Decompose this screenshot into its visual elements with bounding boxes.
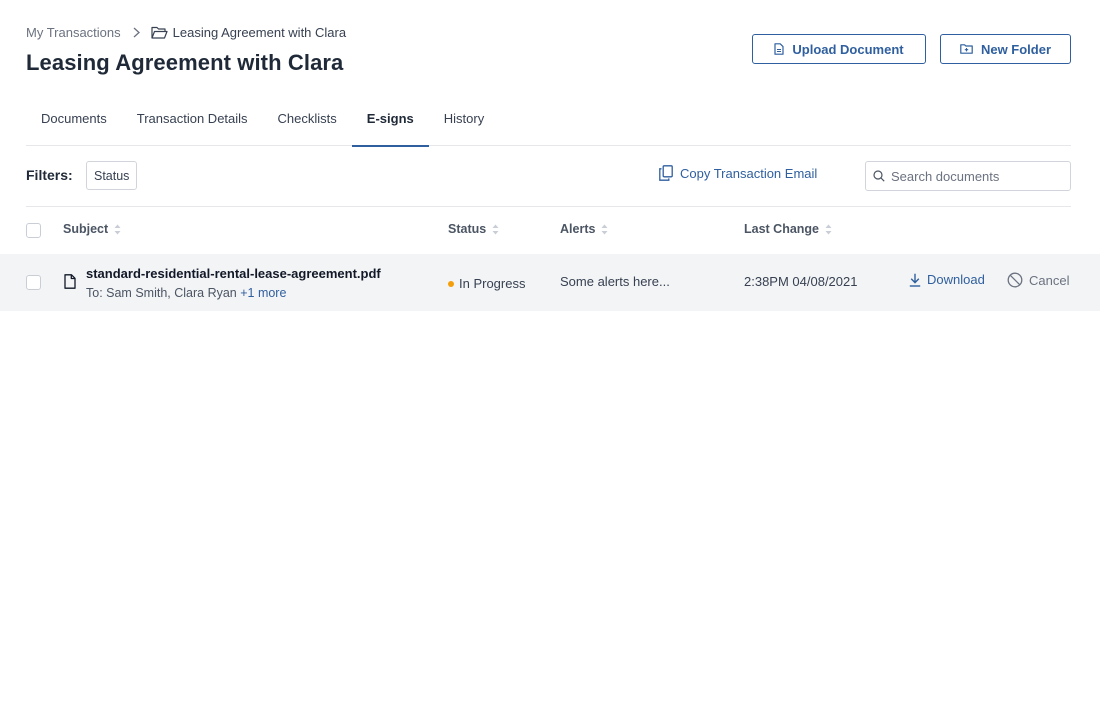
filters-label: Filters:	[26, 167, 73, 183]
search-box	[865, 161, 1071, 191]
breadcrumb-current-label: Leasing Agreement with Clara	[172, 24, 347, 40]
breadcrumb: My Transactions Leasing Agreement with C…	[26, 24, 346, 40]
upload-document-label: Upload Document	[792, 41, 904, 57]
tab-transaction-details[interactable]: Transaction Details	[122, 104, 263, 146]
tab-documents[interactable]: Documents	[26, 104, 122, 146]
tab-history[interactable]: History	[429, 104, 499, 146]
folder-open-icon	[151, 26, 173, 39]
column-header-last-change[interactable]: Last Change	[744, 222, 832, 236]
search-input[interactable]	[891, 168, 1061, 184]
more-recipients-link[interactable]: +1 more	[240, 286, 286, 300]
recipients-list: To: Sam Smith, Clara Ryan	[86, 286, 241, 300]
column-header-status-label: Status	[448, 222, 487, 236]
status-label: In Progress	[459, 276, 526, 291]
page-title: Leasing Agreement with Clara	[26, 50, 344, 75]
download-button[interactable]: Download	[909, 272, 985, 287]
status-dot	[448, 280, 454, 287]
new-folder-label: New Folder	[980, 41, 1052, 57]
download-label: Download	[927, 272, 985, 287]
breadcrumb-current: Leasing Agreement with Clara	[151, 25, 346, 40]
table-row: standard-residential-rental-lease-agreem…	[0, 254, 1100, 311]
tab-e-signs[interactable]: E-signs	[351, 104, 429, 147]
sort-icon	[601, 224, 608, 235]
row-checkbox[interactable]	[26, 275, 41, 290]
column-header-alerts[interactable]: Alerts	[560, 222, 608, 236]
column-header-alerts-label: Alerts	[560, 222, 596, 236]
breadcrumb-root-link[interactable]: My Transactions	[26, 25, 121, 40]
file-icon	[64, 274, 76, 294]
document-name[interactable]: standard-residential-rental-lease-agreem…	[86, 266, 381, 281]
chevron-right-icon	[133, 27, 140, 38]
upload-document-button[interactable]: Upload Document	[752, 34, 926, 64]
cancel-button[interactable]: Cancel	[1007, 272, 1069, 288]
status-badge: In Progress	[448, 276, 525, 291]
column-header-last-change-label: Last Change	[744, 222, 820, 236]
last-change-cell: 2:38PM 04/08/2021	[744, 274, 858, 289]
cancel-icon	[1007, 272, 1029, 288]
alerts-cell: Some alerts here...	[560, 274, 670, 289]
table-header: Subject Status Alerts Last Change	[0, 218, 1100, 242]
new-folder-button[interactable]: New Folder	[940, 34, 1071, 64]
download-icon	[909, 273, 927, 287]
copy-transaction-email-label: Copy Transaction Email	[680, 165, 818, 181]
column-header-status[interactable]: Status	[448, 222, 499, 236]
toolbar-divider	[26, 206, 1071, 207]
status-filter-button[interactable]: Status	[86, 161, 138, 190]
tab-bar: Documents Transaction Details Checklists…	[26, 104, 1071, 147]
column-header-subject-label: Subject	[63, 222, 109, 236]
select-all-checkbox[interactable]	[26, 223, 41, 238]
cancel-label: Cancel	[1029, 272, 1070, 288]
sort-icon	[492, 224, 499, 235]
sort-icon	[825, 224, 832, 235]
folder-plus-icon	[960, 44, 981, 54]
sort-icon	[114, 224, 121, 235]
copy-icon	[659, 165, 680, 181]
recipients: To: Sam Smith, Clara Ryan +1 more	[86, 286, 286, 300]
column-header-subject[interactable]: Subject	[63, 222, 121, 236]
copy-transaction-email-button[interactable]: Copy Transaction Email	[659, 165, 817, 181]
document-icon	[774, 43, 792, 55]
search-icon	[873, 170, 885, 182]
tab-checklists[interactable]: Checklists	[263, 104, 352, 146]
